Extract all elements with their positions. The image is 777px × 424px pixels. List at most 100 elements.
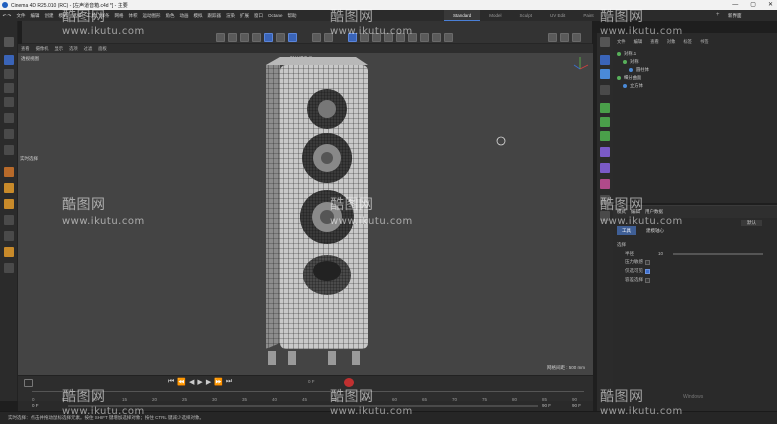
cloner-icon[interactable] (600, 103, 610, 113)
menu-item[interactable]: 体积 (126, 13, 140, 19)
spline-icon[interactable] (600, 163, 610, 173)
menu-item[interactable]: 帮助 (285, 13, 299, 19)
object-row[interactable]: 对称 (623, 58, 777, 65)
cube-primitive-icon[interactable] (600, 69, 610, 79)
knife-icon[interactable] (4, 183, 14, 193)
new-ui-button[interactable]: 新界面 (728, 10, 742, 21)
model-mode-icon[interactable] (264, 33, 273, 42)
poly-mode-icon[interactable] (252, 33, 261, 42)
om-menu-item[interactable]: 标签 (679, 39, 696, 47)
layout-tab-model[interactable]: Model (480, 10, 510, 21)
text-icon[interactable] (600, 85, 610, 95)
speaker-wireframe-model[interactable] (18, 53, 593, 375)
paint-icon[interactable] (4, 247, 14, 257)
go-to-start-icon[interactable]: ⏮ (168, 378, 174, 386)
menu-item[interactable]: 渲染 (224, 13, 238, 19)
timeline-ruler[interactable]: 0 5 10 15 20 25 30 35 40 45 50 55 60 65 … (32, 391, 584, 402)
go-to-end-icon[interactable]: ⏭ (226, 378, 232, 386)
environment-icon[interactable] (420, 33, 429, 42)
transform-icon[interactable] (4, 113, 14, 123)
object-row[interactable]: 细分曲面 (617, 74, 773, 81)
maximize-icon[interactable]: ▢ (750, 0, 756, 10)
snap-icon[interactable] (312, 33, 321, 42)
menu-item[interactable]: 扩展 (238, 13, 252, 19)
menu-item[interactable]: 跟踪器 (205, 13, 224, 19)
viewport-menu-item[interactable]: 查看 (18, 46, 33, 52)
tolerance-checkbox[interactable] (645, 278, 650, 283)
keyframe-diamond-icon[interactable] (24, 379, 33, 387)
bevel-icon[interactable] (4, 215, 14, 225)
deformer-tool-icon[interactable] (600, 147, 610, 157)
camera-icon[interactable] (432, 33, 441, 42)
tab-modeling-axis[interactable]: 建模轴心 (641, 226, 669, 235)
next-key-icon[interactable]: ⏩ (214, 378, 223, 386)
menu-item[interactable]: 窗口 (252, 13, 266, 19)
menu-item[interactable]: 模拟 (191, 13, 205, 19)
visible-only-checkbox[interactable] (645, 269, 650, 274)
prev-frame-icon[interactable]: ◀ (189, 378, 194, 386)
texture-mode-icon[interactable] (276, 33, 285, 42)
viewport-menu-item[interactable]: 显示 (51, 46, 66, 52)
render-view-icon[interactable] (548, 33, 557, 42)
next-frame-icon[interactable]: ▶ (206, 378, 211, 386)
om-menu-item[interactable]: 书签 (696, 39, 713, 47)
menu-item[interactable]: 运动图形 (140, 13, 163, 19)
preset-dropdown[interactable]: 默认 (741, 220, 762, 226)
end-frame-field[interactable]: 90 F (542, 403, 551, 408)
magnet-icon[interactable] (4, 167, 14, 177)
add-layout-icon[interactable]: + (716, 10, 720, 21)
view-icon[interactable] (600, 37, 610, 47)
scale-icon[interactable] (4, 97, 14, 107)
start-frame-field[interactable]: 0 F (32, 403, 39, 408)
om-menu-item[interactable]: 文件 (613, 39, 630, 47)
layout-tab-sculpt[interactable]: Sculpt (511, 10, 542, 21)
layout-tab-uv-edit[interactable]: UV Edit (541, 10, 574, 21)
extrude-tool-icon[interactable] (4, 199, 14, 209)
attr-userdata-menu[interactable]: 用户数据 (645, 209, 663, 215)
measure-icon[interactable] (4, 263, 14, 273)
menu-item[interactable]: 网格 (112, 13, 126, 19)
object-row[interactable]: 圆柱体 (629, 66, 777, 73)
light-icon[interactable] (444, 33, 453, 42)
menu-item[interactable]: 创建 (42, 13, 56, 19)
search-icon[interactable] (4, 37, 14, 47)
symmetry-icon[interactable] (600, 131, 610, 141)
om-menu-item[interactable]: 编辑 (630, 39, 647, 47)
viewport-menu-item[interactable]: 摄像机 (33, 46, 52, 52)
undo-icon[interactable]: ↶ ↷ (0, 13, 14, 19)
object-row[interactable]: 对称.1 (617, 50, 773, 57)
current-frame-field[interactable]: 0 F (308, 379, 315, 384)
select-icon[interactable] (4, 55, 14, 65)
point-mode-icon[interactable] (228, 33, 237, 42)
effector-icon[interactable] (600, 179, 610, 189)
layout-tab-standard[interactable]: Standard (444, 10, 481, 21)
edge-mode-icon[interactable] (240, 33, 249, 42)
menu-item[interactable]: 编辑 (28, 13, 42, 19)
menu-item[interactable]: 角色 (163, 13, 177, 19)
radius-field[interactable]: 10 (658, 251, 663, 256)
viewport-menu-item[interactable]: 选项 (66, 46, 81, 52)
menu-item[interactable]: 动画 (177, 13, 191, 19)
object-row[interactable]: 立方体 (623, 82, 777, 89)
menu-item[interactable]: 文件 (14, 13, 28, 19)
viewport-menu-item[interactable]: 过滤 (81, 46, 96, 52)
axis-snap-icon[interactable] (4, 145, 14, 155)
render-icon[interactable] (560, 33, 569, 42)
move-icon[interactable] (4, 69, 14, 79)
brush-icon[interactable] (4, 231, 14, 241)
end-frame-field-2[interactable]: 90 F (572, 403, 581, 408)
close-icon[interactable]: ✕ (768, 0, 773, 10)
object-select-icon[interactable] (600, 55, 610, 65)
prev-key-icon[interactable]: ⏪ (177, 378, 186, 386)
viewport[interactable]: 透视视图 默认摄像机 ⟳● 实时选择 网格间距 : 500 mm (18, 53, 593, 375)
om-menu-item[interactable]: 对象 (663, 39, 680, 47)
radius-slider[interactable] (673, 253, 763, 255)
play-icon[interactable]: ▶ (197, 378, 202, 386)
viewport-menu-item[interactable]: 面板 (95, 46, 110, 52)
render-settings-icon[interactable] (572, 33, 581, 42)
rotate-icon[interactable] (4, 83, 14, 93)
tab-tool[interactable]: 工具 (617, 226, 636, 235)
menu-item[interactable]: Octane (266, 13, 286, 18)
object-mode-icon[interactable] (216, 33, 225, 42)
om-menu-item[interactable]: 查看 (646, 39, 663, 47)
